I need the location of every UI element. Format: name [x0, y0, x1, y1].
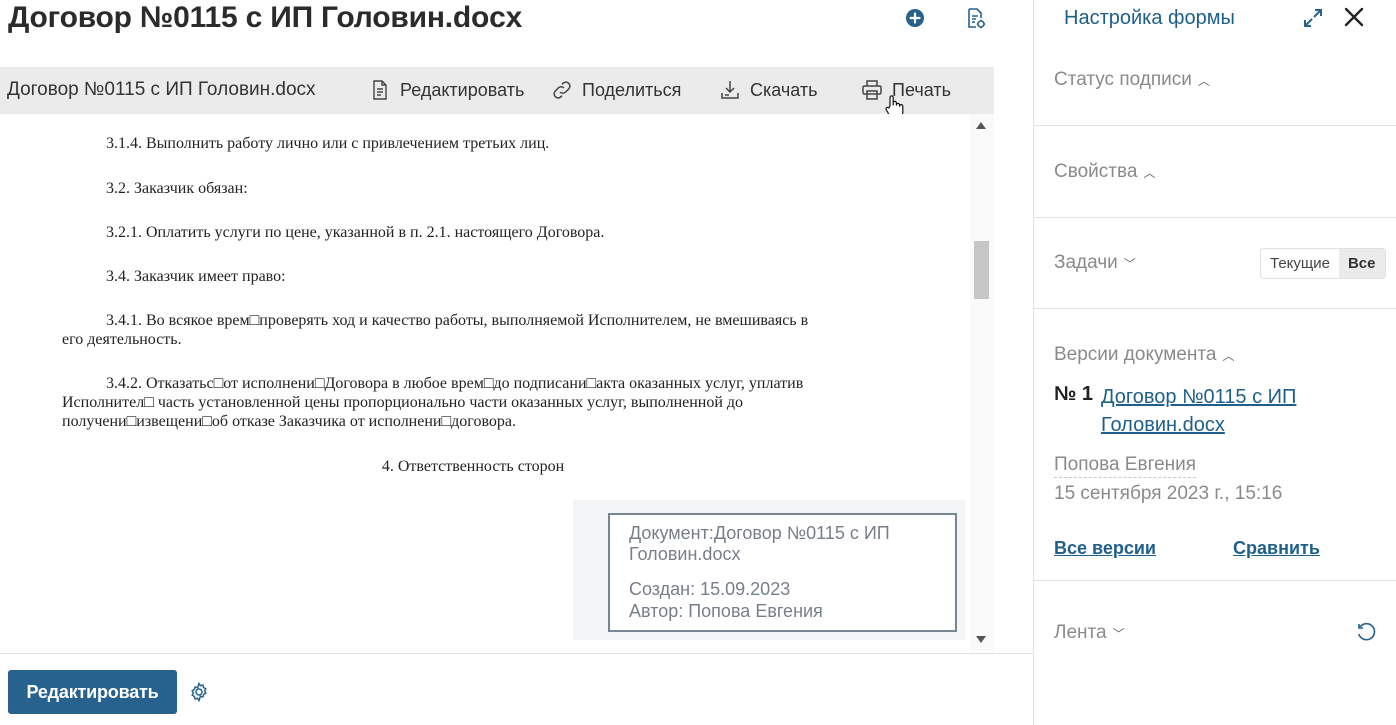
section-feed[interactable]: Лента ﹀ [1054, 622, 1125, 644]
printer-icon [862, 80, 882, 100]
close-icon[interactable] [1343, 6, 1365, 28]
chevron-down-icon: ﹀ [1123, 256, 1136, 271]
tasks-filter: Текущие Все [1260, 248, 1386, 279]
divider [1034, 125, 1396, 126]
chevron-up-icon: ︿ [1143, 165, 1156, 180]
page-title: Договор №0115 с ИП Головин.docx [8, 1, 523, 34]
scroll-thumb[interactable] [974, 241, 989, 299]
version-date: 15 сентября 2023 г., 15:16 [1054, 483, 1283, 504]
section-signature-status[interactable]: Статус подписи ︿ [1054, 69, 1210, 91]
section-versions[interactable]: Версии документа ︿ [1054, 344, 1234, 366]
edit-document-button[interactable]: Редактировать [368, 76, 524, 104]
form-settings-link[interactable]: Настройка формы [1064, 7, 1235, 30]
document-pane: Договор №0115 с ИП Головин.docx Договор … [0, 0, 1033, 725]
link-icon [553, 81, 571, 99]
version-link-line2: Головин.docx [1101, 414, 1225, 436]
section-tasks-label: Задачи [1054, 252, 1118, 273]
edit-button[interactable]: Редактировать [8, 670, 177, 714]
doc-paragraph: 3.2. Заказчик обязан: [106, 180, 248, 197]
stamp-author: Автор: Попова Евгения [629, 601, 823, 621]
version-link-line1: Договор №0115 с ИП [1101, 386, 1297, 408]
add-circle-icon[interactable] [903, 6, 927, 30]
edit-document-label: Редактировать [400, 79, 525, 100]
section-feed-label: Лента [1054, 622, 1107, 643]
chevron-up-icon: ︿ [1197, 73, 1210, 88]
divider [1034, 308, 1396, 309]
doc-section-heading: 4. Ответственность сторон [381, 458, 565, 475]
expand-icon[interactable] [1302, 7, 1324, 29]
doc-paragraph: 3.1.4. Выполнить работу лично или с прив… [106, 135, 550, 152]
download-icon [721, 81, 739, 99]
footer-divider [0, 653, 1033, 654]
scroll-down-icon[interactable] [976, 636, 986, 643]
stamp-created: Создан: 15.09.2023 [629, 579, 791, 599]
document-toolbar: Договор №0115 с ИП Головин.docx Редактир… [0, 67, 994, 120]
download-button[interactable]: Скачать [718, 76, 818, 104]
divider [1034, 580, 1396, 581]
download-label: Скачать [750, 79, 818, 100]
scroll-up-icon[interactable] [976, 122, 986, 129]
toolbar-file-name: Договор №0115 с ИП Головин.docx [7, 79, 316, 100]
section-signature-status-label: Статус подписи [1054, 69, 1192, 90]
tab-current-tasks[interactable]: Текущие [1261, 249, 1339, 278]
section-properties-label: Свойства [1054, 161, 1138, 182]
doc-paragraph: 3.2.1. Оплатить услуги по цене, указанно… [106, 224, 605, 241]
doc-paragraph: 3.4. Заказчик имеет право: [106, 268, 286, 285]
version-number: № 1 [1054, 383, 1093, 405]
share-button[interactable]: Поделиться [550, 76, 681, 104]
section-properties[interactable]: Свойства ︿ [1054, 161, 1155, 183]
file-settings-icon[interactable] [963, 6, 987, 30]
gear-icon[interactable] [187, 680, 211, 704]
version-file-link[interactable]: Договор №0115 с ИП Головин.docx [1101, 383, 1341, 439]
document-viewer[interactable]: 3.1.4. Выполнить работу лично или с прив… [0, 114, 994, 651]
tab-all-tasks[interactable]: Все [1338, 249, 1385, 278]
divider [1034, 217, 1396, 218]
document-page: 3.1.4. Выполнить работу лично или с прив… [0, 114, 970, 651]
vertical-scrollbar[interactable] [970, 114, 994, 651]
doc-paragraph: 3.4.1. Во всякое врем□проверять ход и ка… [62, 312, 809, 348]
share-label: Поделиться [582, 79, 682, 100]
refresh-icon[interactable] [1355, 621, 1377, 643]
chevron-down-icon: ﹀ [1112, 626, 1125, 641]
section-tasks[interactable]: Задачи ﹀ [1054, 252, 1136, 274]
version-author[interactable]: Попова Евгения [1054, 453, 1197, 478]
section-versions-label: Версии документа [1054, 344, 1217, 365]
stamp-document-line2: Головин.docx [629, 544, 741, 564]
compare-link[interactable]: Сравнить [1233, 538, 1320, 559]
stamp-document-line1: Документ:Договор №0115 с ИП [629, 523, 890, 543]
all-versions-link[interactable]: Все версии [1054, 538, 1156, 559]
document-stamp: Документ:Договор №0115 с ИП Головин.docx… [608, 513, 957, 632]
chevron-up-icon: ︿ [1222, 348, 1235, 363]
doc-paragraph: 3.4.2. Отказатьс□от исполнени□Договора в… [62, 375, 804, 430]
document-icon [373, 80, 387, 100]
